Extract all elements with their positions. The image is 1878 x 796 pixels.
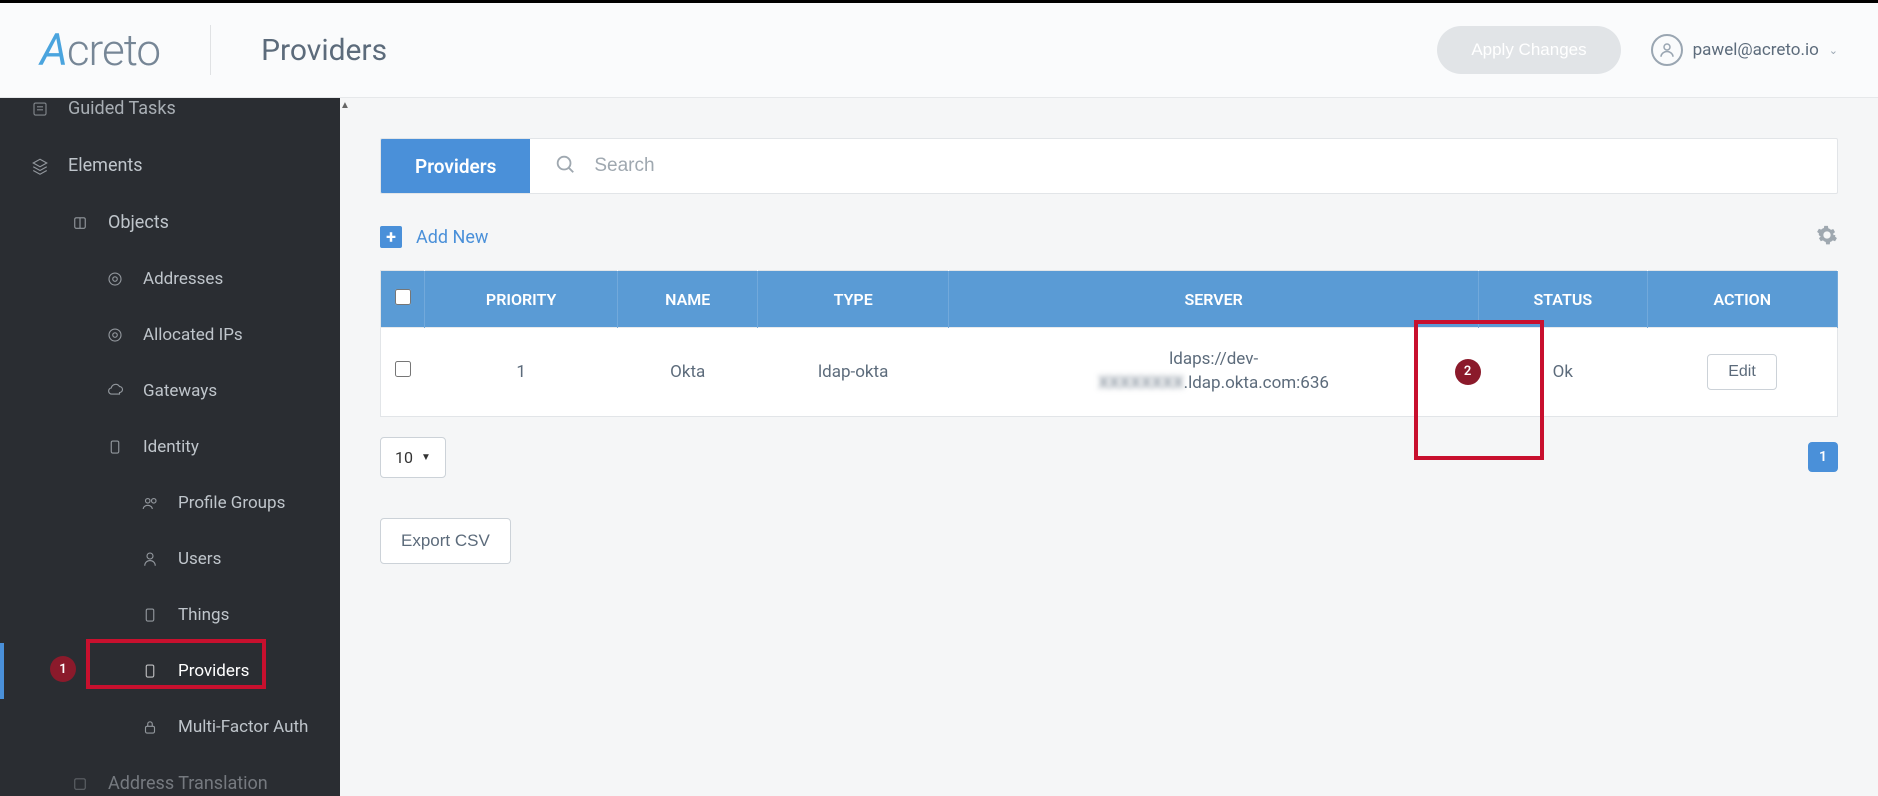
user-icon xyxy=(1651,34,1683,66)
sidebar-label: Objects xyxy=(108,212,169,233)
search-input[interactable] xyxy=(594,155,1813,177)
server-post: .ldap.okta.com:636 xyxy=(1184,373,1329,393)
cell-priority: 1 xyxy=(425,328,618,417)
cloud-icon xyxy=(105,381,125,401)
sidebar-item-objects[interactable]: Objects xyxy=(0,194,340,251)
page-number[interactable]: 1 xyxy=(1808,442,1838,472)
cell-status: Ok xyxy=(1479,328,1647,417)
table-row: 1 Okta ldap-okta ldaps://dev- XXXXXXXX.l… xyxy=(381,328,1838,417)
users-icon xyxy=(140,493,160,513)
providers-table: PRIORITY NAME TYPE SERVER STATUS ACTION … xyxy=(380,270,1838,417)
sidebar-label: Gateways xyxy=(143,381,217,401)
annotation-callout-2: 2 xyxy=(1455,359,1481,385)
annotation-callout-1: 1 xyxy=(50,656,76,682)
plus-icon: + xyxy=(380,226,402,248)
th-status[interactable]: STATUS xyxy=(1479,271,1647,328)
sidebar-label: Elements xyxy=(68,155,143,176)
page-size-value: 10 xyxy=(395,448,413,467)
sidebar-label: Multi-Factor Auth xyxy=(178,717,308,737)
sidebar-item-addresses[interactable]: Addresses xyxy=(0,251,340,307)
th-name[interactable]: NAME xyxy=(618,271,758,328)
sidebar-item-things[interactable]: Things xyxy=(0,587,340,643)
page-title: Providers xyxy=(261,33,387,68)
sidebar-item-allocated-ips[interactable]: Allocated IPs xyxy=(0,307,340,363)
sidebar-label: Profile Groups xyxy=(178,493,285,513)
sidebar-label: Things xyxy=(178,605,229,625)
logo[interactable]: Acreto xyxy=(40,24,160,76)
search-wrap xyxy=(530,139,1837,193)
sidebar: Guided Tasks Elements Objects Addresses … xyxy=(0,98,340,796)
device-icon xyxy=(105,437,125,457)
sidebar-label: Allocated IPs xyxy=(143,325,243,345)
server-pre: ldaps://dev- xyxy=(1169,349,1258,369)
sidebar-item-guided-tasks[interactable]: Guided Tasks xyxy=(0,98,340,137)
box-icon xyxy=(70,213,90,233)
add-new-button[interactable]: + Add New xyxy=(380,226,488,248)
list-icon xyxy=(30,99,50,119)
cell-name: Okta xyxy=(618,328,758,417)
cell-action: Edit xyxy=(1647,328,1838,417)
lock-icon xyxy=(140,717,160,737)
export-csv-button[interactable]: Export CSV xyxy=(380,518,511,564)
user-email: pawel@acreto.io xyxy=(1693,40,1819,60)
apply-changes-button[interactable]: Apply Changes xyxy=(1437,26,1620,74)
add-new-label: Add New xyxy=(416,227,488,248)
sidebar-item-users[interactable]: Users xyxy=(0,531,340,587)
caret-down-icon: ▼ xyxy=(421,452,431,463)
scroll-up-icon[interactable]: ▲ xyxy=(340,100,350,111)
sidebar-label: Address Translation xyxy=(108,773,268,794)
target-icon xyxy=(105,325,125,345)
th-type[interactable]: TYPE xyxy=(758,271,949,328)
user-menu[interactable]: pawel@acreto.io ⌄ xyxy=(1651,34,1838,66)
sidebar-item-profile-groups[interactable]: Profile Groups xyxy=(0,475,340,531)
sidebar-label: Identity xyxy=(143,437,199,457)
main-panel: ▲ Providers + Add New xyxy=(340,98,1878,796)
logo-accent: A xyxy=(40,24,67,76)
sidebar-label: Users xyxy=(178,549,221,569)
tab-search-row: Providers xyxy=(380,138,1838,194)
sidebar-label: Guided Tasks xyxy=(68,98,176,119)
sidebar-item-gateways[interactable]: Gateways xyxy=(0,363,340,419)
server-blur: XXXXXXXX xyxy=(1098,372,1183,396)
th-server[interactable]: SERVER xyxy=(949,271,1479,328)
sidebar-item-elements[interactable]: Elements xyxy=(0,137,340,194)
logo-separator xyxy=(210,25,211,75)
th-priority[interactable]: PRIORITY xyxy=(425,271,618,328)
device-icon xyxy=(140,661,160,681)
settings-gear-button[interactable] xyxy=(1816,224,1838,250)
cell-server: ldaps://dev- XXXXXXXX.ldap.okta.com:636 … xyxy=(949,328,1479,417)
sidebar-item-address-translation[interactable]: Address Translation xyxy=(0,755,340,796)
device-icon xyxy=(140,605,160,625)
edit-button[interactable]: Edit xyxy=(1707,354,1777,390)
page-size-dropdown[interactable]: 10 ▼ xyxy=(380,437,446,478)
tab-providers[interactable]: Providers xyxy=(381,139,530,193)
cell-type: ldap-okta xyxy=(758,328,949,417)
row-select-checkbox[interactable] xyxy=(395,361,411,377)
th-select xyxy=(381,271,425,328)
sidebar-label: Addresses xyxy=(143,269,223,289)
box-icon xyxy=(70,774,90,794)
logo-text: creto xyxy=(67,24,160,76)
layers-icon xyxy=(30,156,50,176)
sidebar-item-identity[interactable]: Identity xyxy=(0,419,340,475)
header: Acreto Providers Apply Changes pawel@acr… xyxy=(0,3,1878,98)
sidebar-item-mfa[interactable]: Multi-Factor Auth xyxy=(0,699,340,755)
user-icon xyxy=(140,549,160,569)
th-action[interactable]: ACTION xyxy=(1647,271,1838,328)
chevron-down-icon: ⌄ xyxy=(1829,44,1838,57)
target-icon xyxy=(105,269,125,289)
search-icon xyxy=(554,153,576,179)
sidebar-label: Providers xyxy=(178,661,249,681)
select-all-checkbox[interactable] xyxy=(395,289,411,305)
